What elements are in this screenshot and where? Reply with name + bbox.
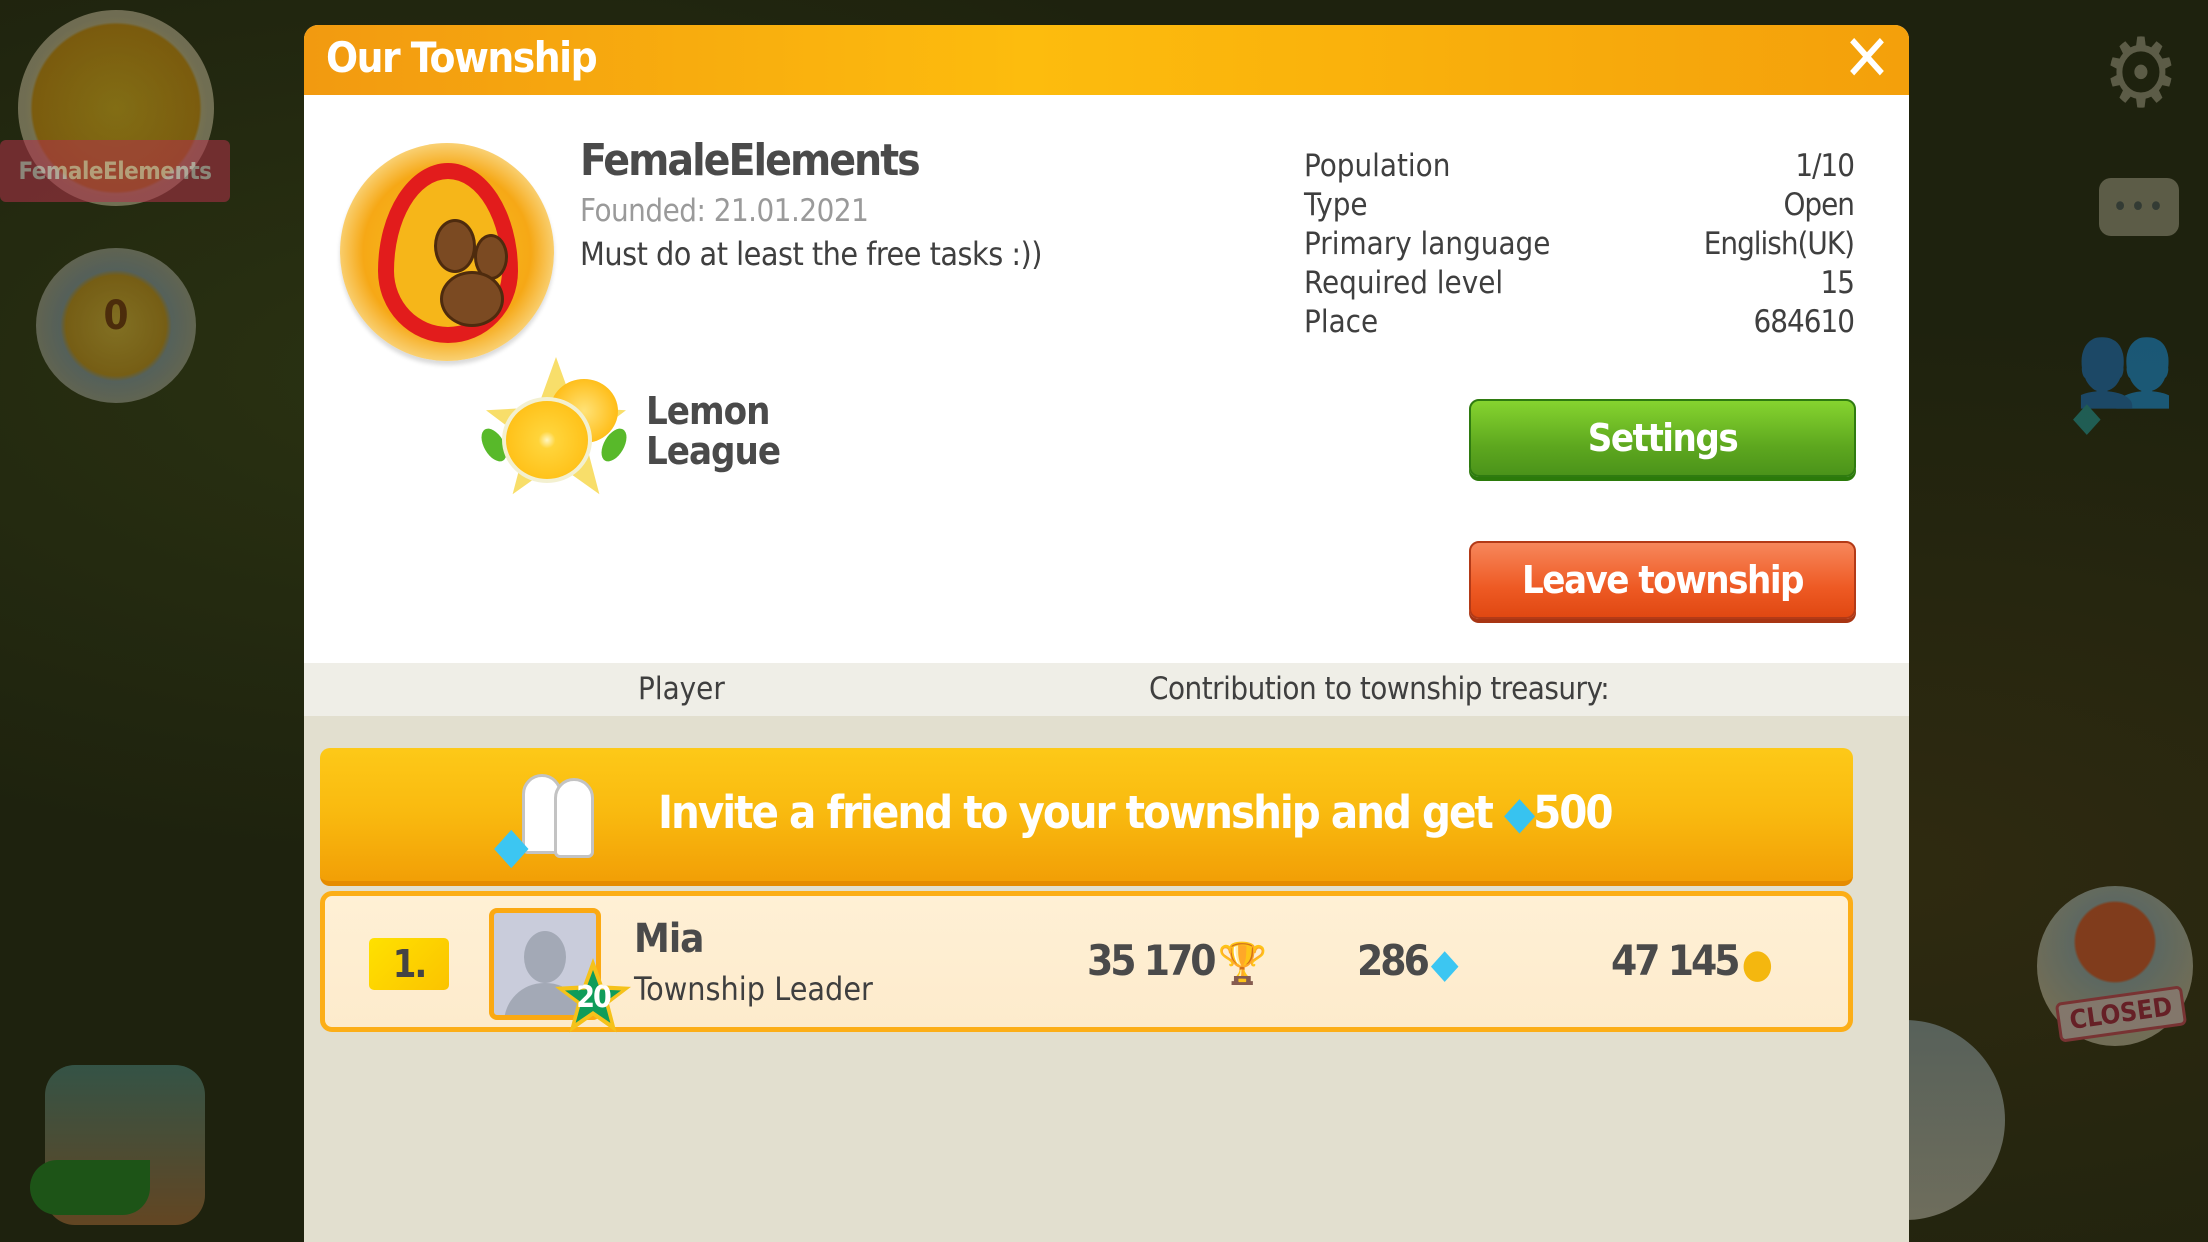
lemon-icon xyxy=(502,397,592,483)
coffee-bean-icon xyxy=(434,219,476,273)
stat-place: Place 684610 xyxy=(1304,303,1855,342)
medal-count: 0 xyxy=(103,293,129,339)
balloon-icon[interactable]: CLOSED xyxy=(2037,886,2193,1046)
arrow-icon xyxy=(30,1160,150,1215)
chat-icon[interactable]: ••• xyxy=(2099,178,2179,236)
township-name: FemaleElements xyxy=(580,135,921,186)
stat-label: Population xyxy=(1304,148,1451,184)
stat-value: Open xyxy=(1783,187,1855,223)
rank-badge: 1. xyxy=(369,938,449,990)
township-info-panel: FemaleElements Founded: 21.01.2021 Must … xyxy=(304,95,1909,663)
medal-hud[interactable]: 0 xyxy=(36,248,196,403)
lemon-league-icon xyxy=(476,357,632,507)
stat-label: Place xyxy=(1304,304,1379,340)
invite-reward: 500 xyxy=(1533,786,1614,839)
founded-date: Founded: 21.01.2021 xyxy=(580,193,869,229)
dialog-title: Our Township xyxy=(326,33,598,82)
player-trophies: 35 170 🏆 xyxy=(1087,936,1267,987)
column-contribution: Contribution to township treasury: xyxy=(1149,671,1610,707)
coin-icon: ● xyxy=(1741,941,1774,987)
invite-friends-icon: ◆ xyxy=(494,770,604,870)
person-icon xyxy=(554,778,594,858)
avatar-placeholder-head xyxy=(524,931,566,983)
stat-primary-language: Primary language English(UK) xyxy=(1304,225,1855,264)
member-list-header: Player Contribution to township treasury… xyxy=(304,663,1909,716)
closed-sign: CLOSED xyxy=(2054,985,2188,1043)
player-gems: 286 ◆ xyxy=(1357,936,1459,987)
invite-friend-button[interactable]: ◆ Invite a friend to your township and g… xyxy=(320,748,1853,886)
stat-population: Population 1/10 xyxy=(1304,147,1855,186)
township-name-ribbon: FemaleElements xyxy=(0,140,230,202)
stat-required-level: Required level 15 xyxy=(1304,264,1855,303)
player-name: Mia xyxy=(634,916,704,962)
friends-icon[interactable]: 👥 ◆ xyxy=(2073,315,2175,440)
league-name: Lemon League xyxy=(646,389,781,473)
stat-label: Type xyxy=(1304,187,1368,223)
player-role: Township Leader xyxy=(634,970,873,1008)
stat-label: Primary language xyxy=(1304,226,1551,262)
player-coins: 47 145 ● xyxy=(1611,936,1773,987)
leave-township-button[interactable]: Leave township xyxy=(1469,541,1856,619)
stat-value: English(UK) xyxy=(1703,226,1855,262)
gem-icon: ◆ xyxy=(2073,394,2101,440)
township-dialog: Our Township ✕ FemaleElements Founded: 2… xyxy=(304,25,1909,1242)
township-description: Must do at least the free tasks :)) xyxy=(580,235,1043,273)
township-emblem xyxy=(340,143,554,361)
gems-value: 286 xyxy=(1357,936,1430,985)
stat-label: Required level xyxy=(1304,265,1504,301)
player-row[interactable]: 1. 20 Mia Township Leader 35 170 🏆 286 ◆ 4… xyxy=(320,891,1853,1033)
chat-dots: ••• xyxy=(2112,190,2166,225)
gem-icon: ◆ xyxy=(494,816,529,874)
cafe-icon[interactable] xyxy=(30,1065,205,1225)
settings-button[interactable]: Settings xyxy=(1469,399,1856,477)
column-player: Player xyxy=(638,671,725,707)
gem-icon: ◆ xyxy=(1430,941,1459,987)
close-button[interactable]: ✕ xyxy=(1839,27,1895,91)
invite-message: Invite a friend to your township and get xyxy=(658,786,1504,839)
township-stats: Population 1/10 Type Open Primary langua… xyxy=(1304,147,1855,342)
invite-text: Invite a friend to your township and get… xyxy=(658,786,1614,839)
gear-icon[interactable]: ⚙ xyxy=(2096,25,2186,121)
stat-value: 15 xyxy=(1820,265,1855,301)
stat-type: Type Open xyxy=(1304,186,1855,225)
stat-value: 1/10 xyxy=(1795,148,1855,184)
coffee-bean-icon xyxy=(440,271,504,327)
stat-value: 684610 xyxy=(1753,304,1855,340)
dialog-header: Our Township ✕ xyxy=(304,25,1909,95)
trophy-icon: 🏆 xyxy=(1217,941,1268,987)
league-badge[interactable]: Lemon League xyxy=(476,357,930,507)
coins-value: 47 145 xyxy=(1611,936,1741,985)
flame-icon xyxy=(378,163,518,343)
gem-icon: ◆ xyxy=(1503,786,1535,839)
cash-register-icon[interactable] xyxy=(1905,1020,2005,1220)
trophies-value: 35 170 xyxy=(1087,936,1217,985)
